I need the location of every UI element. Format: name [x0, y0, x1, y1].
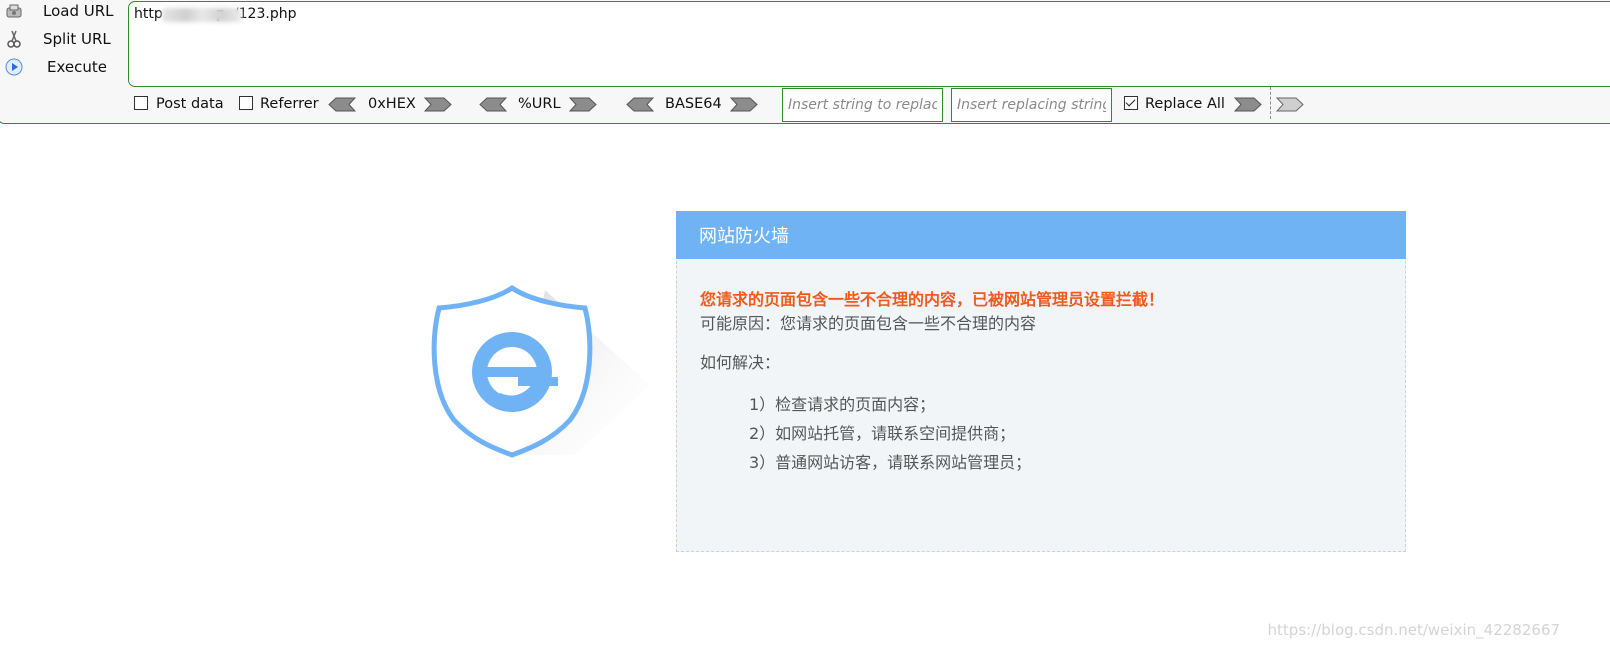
- split-url-icon: [5, 30, 23, 48]
- toolbar-divider: [1270, 87, 1271, 119]
- execute-button[interactable]: Execute: [3, 55, 121, 79]
- how-to-heading: 如何解决：: [700, 353, 781, 372]
- hackbar-toolbar: Load URL Split URL Execute http p /123.p…: [0, 0, 1610, 124]
- referrer-checkbox[interactable]: [239, 96, 253, 110]
- url-redaction: [162, 8, 242, 22]
- execute-label: Execute: [47, 58, 107, 76]
- referrer-label: Referrer: [260, 96, 319, 112]
- replace-from-input[interactable]: [782, 88, 943, 122]
- replace-all-label: Replace All: [1145, 96, 1225, 112]
- base64-encode-arrow-icon[interactable]: [730, 97, 758, 112]
- solution-item: 2）如网站托管，请联系空间提供商；: [749, 424, 1016, 443]
- solution-item: 3）普通网站访客，请联系网站管理员；: [749, 453, 1032, 472]
- load-url-button[interactable]: Load URL: [3, 0, 121, 23]
- replace-all-checkbox[interactable]: [1124, 96, 1138, 110]
- next-arrow-icon[interactable]: [1276, 97, 1304, 112]
- post-data-checkbox[interactable]: [134, 96, 148, 110]
- possible-reason: 可能原因：您请求的页面包含一些不合理的内容: [700, 314, 1037, 333]
- hackbar-options-row: Post data Referrer 0xHEX %URL BASE64 Ins…: [0, 87, 1609, 122]
- post-data-label: Post data: [156, 96, 224, 112]
- replace-to-input[interactable]: [951, 88, 1112, 122]
- url-encoding-label: %URL: [518, 96, 561, 112]
- base64-decode-arrow-icon[interactable]: [626, 97, 654, 112]
- replace-apply-arrow-icon[interactable]: [1234, 97, 1262, 112]
- load-url-icon: [5, 2, 23, 20]
- panel-title: 网站防火墙: [676, 211, 1406, 259]
- base64-encoding-label: BASE64: [665, 96, 722, 112]
- solution-item: 1）检查请求的页面内容；: [749, 395, 936, 414]
- load-url-label: Load URL: [43, 2, 114, 20]
- firewall-panel: 网站防火墙 您请求的页面包含一些不合理的内容，已被网站管理员设置拦截！ 可能原因…: [676, 211, 1406, 552]
- url-encode-arrow-icon[interactable]: [569, 97, 597, 112]
- block-warning: 您请求的页面包含一些不合理的内容，已被网站管理员设置拦截！: [700, 290, 1165, 309]
- shield-e-icon: [431, 284, 650, 458]
- hex-encoding-label: 0xHEX: [368, 96, 416, 112]
- split-url-label: Split URL: [43, 30, 111, 48]
- url-decode-arrow-icon[interactable]: [479, 97, 507, 112]
- execute-icon: [5, 58, 23, 76]
- watermark: https://blog.csdn.net/weixin_42282667: [1267, 621, 1560, 639]
- url-input[interactable]: http p /123.php: [128, 1, 1610, 87]
- hex-encode-arrow-icon[interactable]: [424, 97, 452, 112]
- hex-decode-arrow-icon[interactable]: [328, 97, 356, 112]
- split-url-button[interactable]: Split URL: [3, 27, 121, 51]
